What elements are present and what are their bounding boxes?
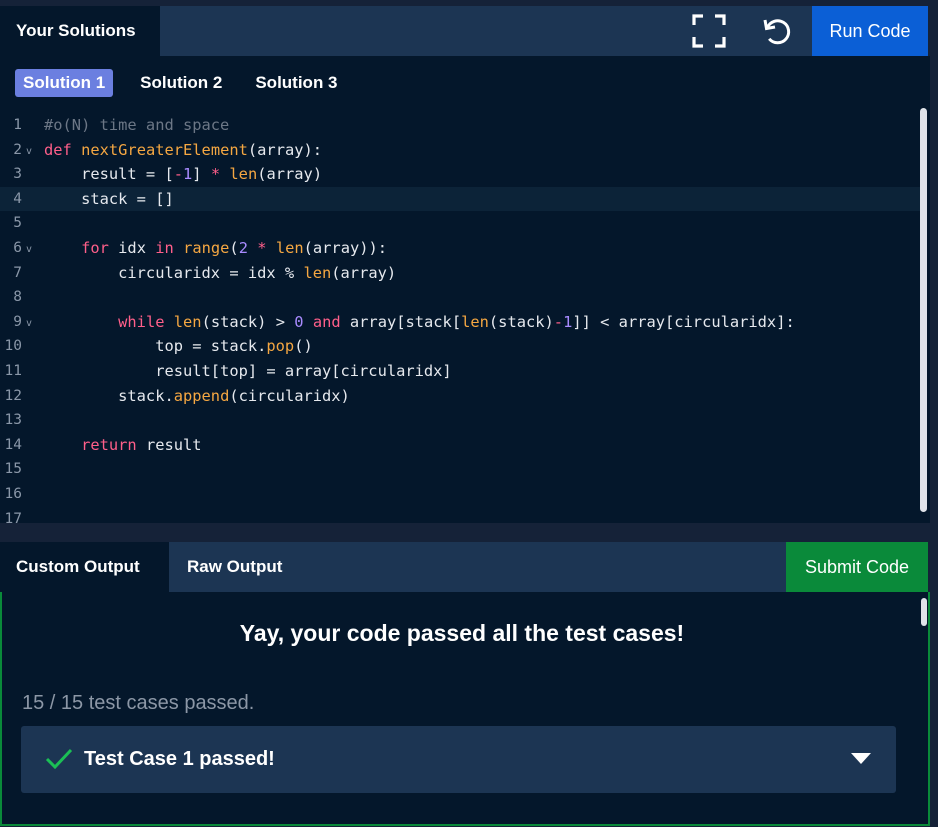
fold-chevron-icon[interactable]: v — [26, 140, 32, 165]
tab-solution-2[interactable]: Solution 2 — [132, 69, 230, 97]
code-text: def nextGreaterElement(array): — [44, 140, 323, 159]
output-scrollbar-thumb[interactable] — [921, 598, 927, 626]
code-text: result[top] = array[circularidx] — [44, 361, 452, 380]
tab-solution-1[interactable]: Solution 1 — [15, 69, 114, 97]
code-text: result = [-1] * len(array) — [44, 165, 323, 184]
code-text: return result — [81, 435, 202, 454]
code-text: top = stack.pop() — [44, 337, 313, 356]
line-number: 6 — [13, 239, 22, 256]
line-number: 14 — [4, 436, 22, 453]
line-number: 2 — [13, 141, 22, 158]
code-text: while len(stack) > 0 and array[stack[len… — [118, 312, 795, 331]
line-number: 7 — [13, 264, 22, 281]
editor-scrollbar-thumb[interactable] — [920, 108, 927, 512]
code-line[interactable]: 5 — [0, 211, 920, 236]
reset-icon — [763, 19, 791, 45]
tab-raw-output[interactable]: Raw Output — [169, 542, 786, 592]
header-title: Your Solutions — [0, 6, 160, 56]
tab-custom-output[interactable]: Custom Output — [0, 542, 169, 592]
line-number: 11 — [4, 362, 22, 379]
code-line[interactable]: 2 v def nextGreaterElement(array): — [0, 138, 920, 163]
code-text: #o(N) time and space — [44, 116, 230, 134]
code-area[interactable]: 1 #o(N) time and space 2 v def nextGreaterEl… — [0, 113, 920, 523]
solutions-header: Your Solutions Run Code — [0, 0, 938, 56]
line-number: 9 — [13, 313, 22, 330]
code-line[interactable]: 10 top = stack.pop() — [0, 334, 920, 359]
code-text: for idx in range(2 * len(array)): — [81, 238, 388, 257]
code-line[interactable]: 14 return result — [0, 433, 920, 458]
code-line[interactable]: 8 — [0, 285, 920, 310]
output-tabs: Custom Output Raw Output Submit Code — [0, 542, 938, 592]
test-case-row[interactable]: Test Case 1 passed! — [21, 726, 896, 793]
reset-button[interactable] — [754, 6, 800, 56]
code-line[interactable]: 7 circularidx = idx % len(array) — [0, 261, 920, 286]
code-line[interactable]: 15 — [0, 457, 920, 482]
code-line[interactable]: 12 stack.append(circularidx) — [0, 384, 920, 409]
line-number: 3 — [13, 166, 22, 183]
check-icon — [45, 748, 73, 770]
line-number: 13 — [4, 412, 22, 429]
test-case-label: Test Case 1 passed! — [84, 748, 275, 770]
code-text: circularidx = idx % len(array) — [44, 263, 397, 282]
line-number: 15 — [4, 461, 22, 478]
line-number: 4 — [13, 190, 22, 207]
code-line[interactable]: 13 — [0, 408, 920, 433]
solution-tabs: Solution 1 Solution 2 Solution 3 — [0, 68, 346, 98]
output-panel: Yay, your code passed all the test cases… — [0, 592, 930, 826]
line-number: 5 — [13, 215, 22, 232]
caret-down-icon[interactable] — [851, 753, 871, 765]
code-line[interactable]: 16 — [0, 482, 920, 507]
app-root: Your Solutions Run Code Solution 1 Solut… — [0, 0, 938, 827]
code-line[interactable]: 11 result[top] = array[circularidx] — [0, 359, 920, 384]
test-summary: 15 / 15 test cases passed. — [22, 692, 255, 714]
code-line[interactable]: 1 #o(N) time and space — [0, 113, 920, 138]
code-line[interactable]: 3 result = [-1] * len(array) — [0, 162, 920, 187]
line-number: 10 — [4, 338, 22, 355]
code-line[interactable]: 6v for idx in range(2 * len(array)): — [0, 236, 920, 261]
line-number: 8 — [13, 289, 22, 306]
line-number: 16 — [4, 485, 22, 502]
line-number: 1 — [13, 117, 22, 133]
submit-code-button[interactable]: Submit Code — [786, 542, 928, 592]
code-text: stack.append(circularidx) — [44, 386, 350, 405]
run-code-button[interactable]: Run Code — [812, 6, 928, 56]
code-text: stack = [] — [44, 189, 174, 208]
tab-solution-3[interactable]: Solution 3 — [247, 69, 345, 97]
code-line[interactable]: 9v while len(stack) > 0 and array[stack[… — [0, 310, 920, 335]
line-number: 12 — [4, 387, 22, 404]
code-editor-panel: Solution 1 Solution 2 Solution 3 1 #o(N) … — [0, 56, 930, 523]
line-number: 17 — [4, 510, 22, 524]
success-message: Yay, your code passed all the test cases… — [239, 620, 685, 646]
code-line[interactable]: 17 — [0, 507, 920, 524]
fold-chevron-icon[interactable]: v — [26, 312, 32, 337]
fullscreen-icon — [692, 14, 726, 48]
fullscreen-button[interactable] — [686, 6, 732, 56]
fold-chevron-icon[interactable]: v — [26, 238, 32, 263]
code-line[interactable]: 4 stack = [] — [0, 186, 920, 212]
